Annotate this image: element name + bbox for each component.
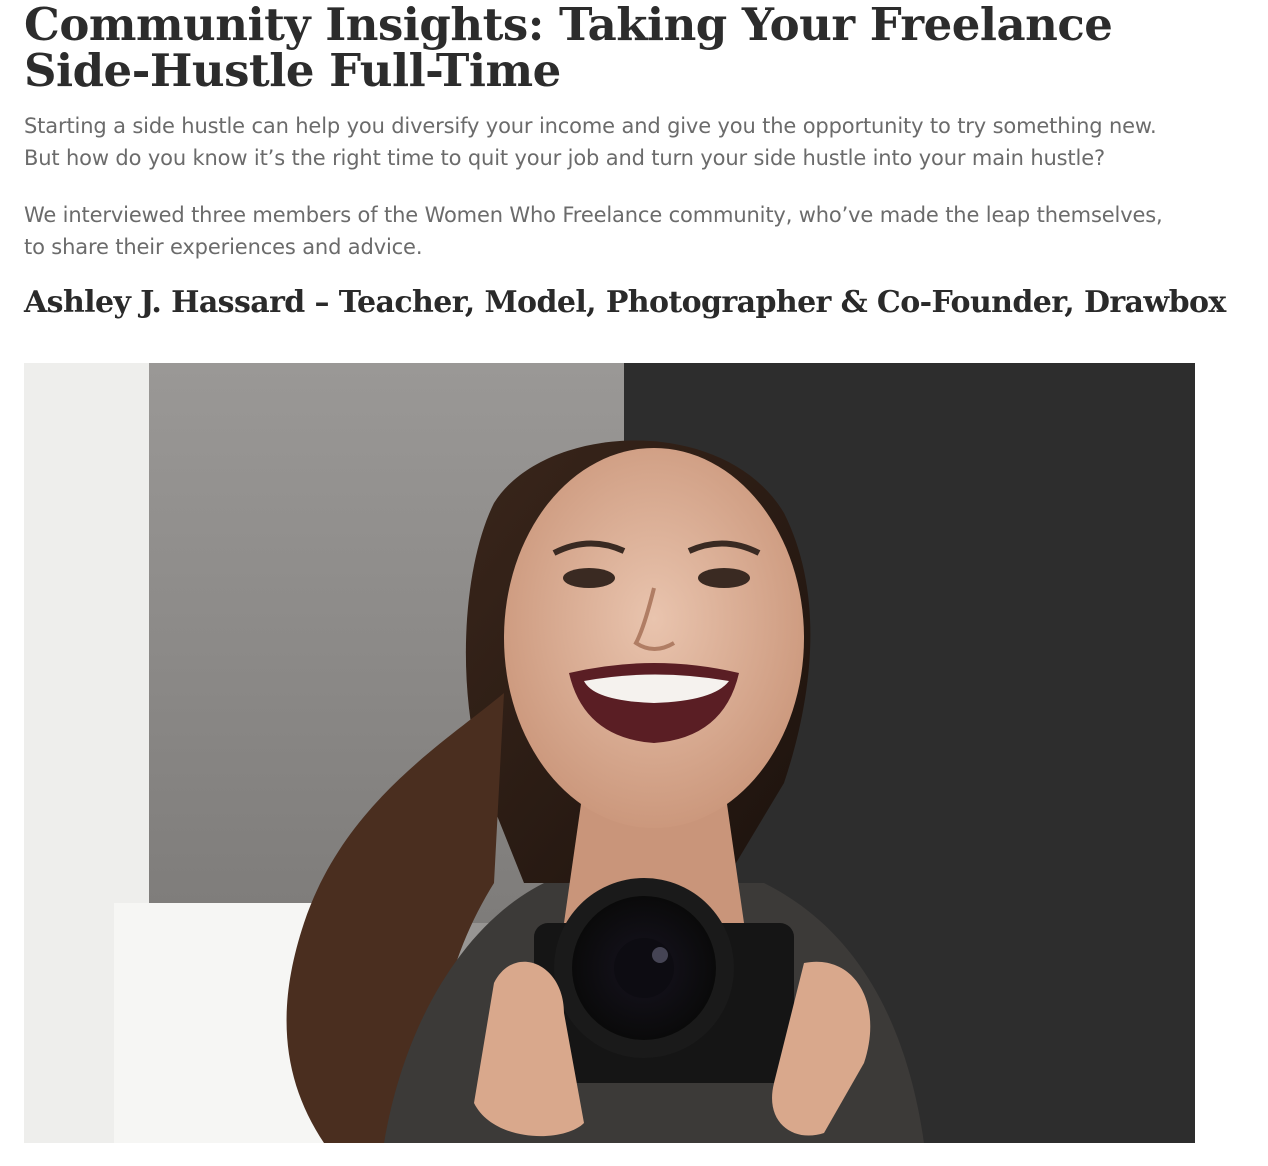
- article-title: Community Insights: Taking Your Freelanc…: [24, 0, 1113, 97]
- portrait-photo: [24, 363, 1195, 1143]
- section-heading: Ashley J. Hassard – Teacher, Model, Phot…: [24, 285, 1226, 320]
- intro-paragraph: We interviewed three members of the Wome…: [24, 203, 1163, 259]
- article: Community Insights: Taking Your Freelanc…: [24, 0, 1226, 321]
- intro-paragraph: Starting a side hustle can help you dive…: [24, 114, 1157, 170]
